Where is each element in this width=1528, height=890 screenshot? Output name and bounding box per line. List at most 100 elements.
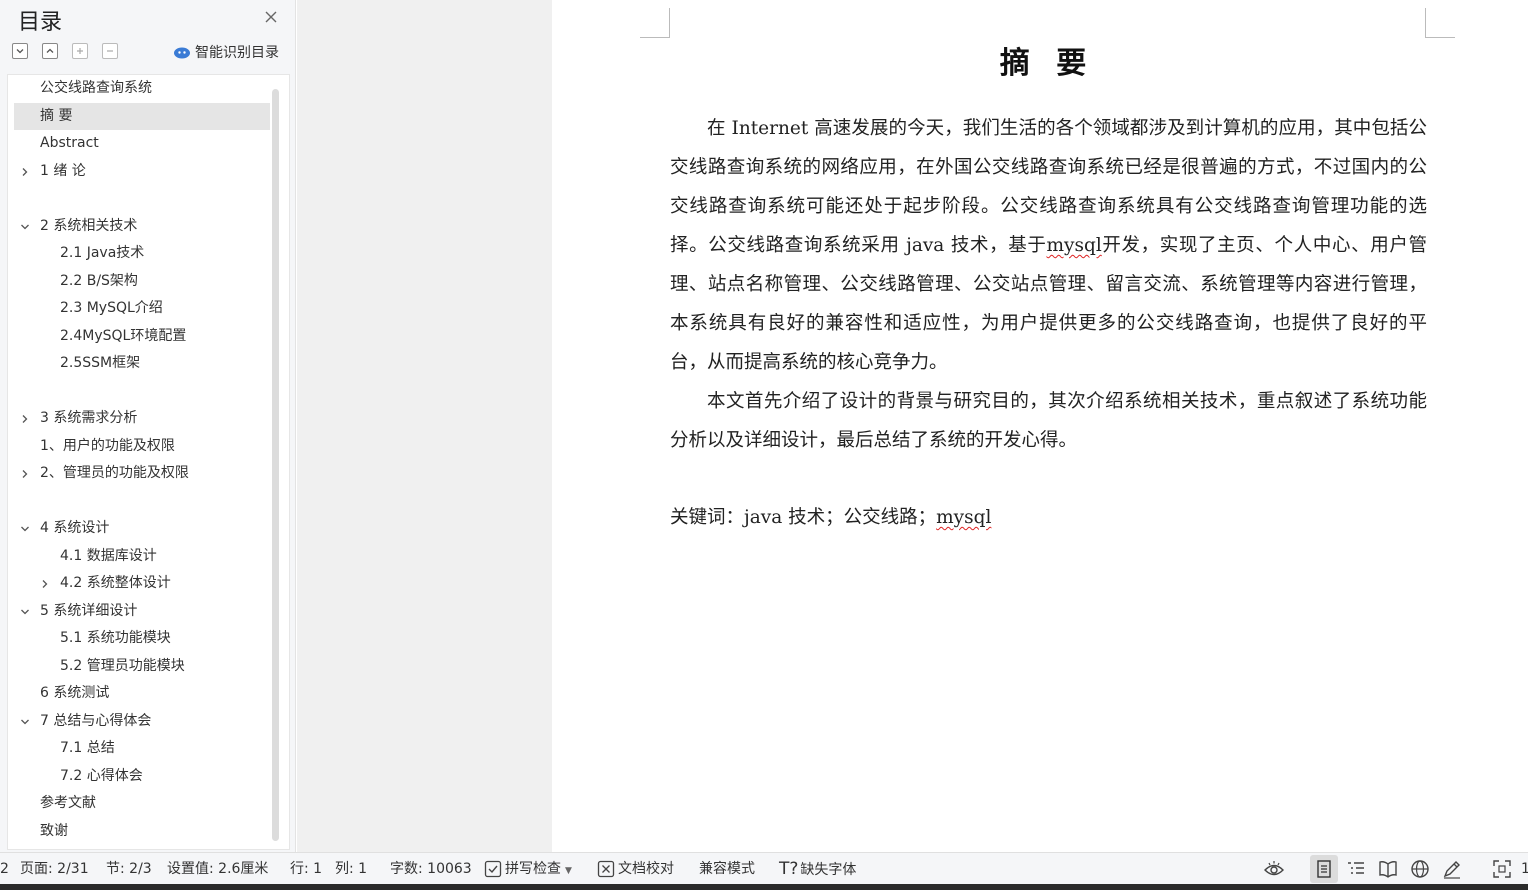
chevron-down-icon[interactable]	[20, 717, 30, 727]
status-row[interactable]: 行: 1	[290, 853, 322, 885]
toc-item[interactable]: 4 系统设计	[14, 515, 270, 542]
toc-item-label: 5.1 系统功能模块	[60, 630, 171, 646]
minus-icon[interactable]	[102, 43, 118, 59]
toc-item[interactable]: 3 系统需求分析	[14, 405, 270, 432]
toc-spacer	[14, 185, 270, 212]
toc-item[interactable]: 2、管理员的功能及权限	[14, 460, 270, 487]
status-page[interactable]: 页面: 2/31	[20, 853, 89, 885]
cloud-ai-icon	[174, 47, 190, 59]
margin-corner-mark	[640, 8, 670, 38]
smart-toc-button[interactable]: 智能识别目录	[173, 42, 279, 62]
keywords-line[interactable]: 关键词：java 技术；公交线路；mysql	[670, 500, 991, 536]
spell-check-icon	[484, 860, 502, 878]
toc-item-label: 6 系统测试	[40, 685, 110, 701]
toc-item[interactable]: 5 系统详细设计	[14, 598, 270, 625]
chevron-down-icon[interactable]	[20, 607, 30, 617]
page-view-icon[interactable]	[1313, 858, 1335, 880]
toc-item-label: 参考文献	[40, 795, 96, 811]
toc-item-label: 2.3 MySQL介绍	[60, 300, 163, 316]
smart-toc-label: 智能识别目录	[195, 45, 279, 61]
chevron-right-icon[interactable]	[40, 579, 50, 589]
toc-item[interactable]: Abstract	[14, 130, 270, 157]
toc-item-label: 7.2 心得体会	[60, 767, 143, 784]
workspace-background	[297, 0, 552, 852]
toc-item-label: 3 系统需求分析	[40, 410, 138, 426]
doc-proof-icon	[597, 860, 615, 878]
missing-font-button[interactable]: T? 缺失字体	[779, 853, 856, 885]
toc-item[interactable]: 4.1 数据库设计	[14, 543, 270, 570]
chevron-right-icon[interactable]	[20, 167, 30, 177]
dropdown-caret-icon: ▼	[565, 866, 572, 876]
toc-item[interactable]: 1 绪 论	[14, 158, 270, 185]
toc-item-label: 2.5SSM框架	[60, 355, 141, 371]
toc-scrollbar[interactable]	[272, 89, 279, 841]
expand-all-icon[interactable]	[12, 43, 28, 59]
chevron-right-icon[interactable]	[20, 469, 30, 479]
toc-item[interactable]: 5.1 系统功能模块	[14, 625, 270, 652]
toc-item[interactable]: 5.2 管理员功能模块	[14, 653, 270, 680]
eye-icon[interactable]	[1263, 858, 1285, 880]
toc-item[interactable]: 参考文献	[14, 790, 270, 817]
wps-writer-window: 目录 智能识别目录 公交线路查询系统摘 要 Abstract 1 绪 论2 系统相关…	[0, 0, 1528, 890]
outline-view-icon[interactable]	[1345, 858, 1367, 880]
globe-icon[interactable]	[1409, 858, 1431, 880]
toc-item[interactable]: 7 总结与心得体会	[14, 708, 270, 735]
toc-item-label: 4.1 数据库设计	[60, 547, 157, 564]
abstract-paragraph-2[interactable]: 本文首先介绍了设计的背景与研究目的，其次介绍系统相关技术，重点叙述了系统功能分析…	[670, 382, 1427, 460]
book-icon[interactable]	[1377, 858, 1399, 880]
toc-item[interactable]: 1、用户的功能及权限	[14, 433, 270, 460]
collapse-all-icon[interactable]	[42, 43, 58, 59]
toc-sidebar: 目录 智能识别目录 公交线路查询系统摘 要 Abstract 1 绪 论 2 系统相关…	[0, 0, 296, 852]
status-col[interactable]: 列: 1	[335, 853, 367, 885]
toc-item[interactable]: 摘 要	[14, 102, 270, 130]
toc-item-label: 2.4MySQL环境配置	[60, 327, 187, 344]
toc-item[interactable]: 7.1 总结	[14, 735, 270, 762]
fullscreen-icon[interactable]	[1491, 858, 1513, 880]
toc-item-label: Abstract	[40, 135, 99, 151]
compat-mode-label[interactable]: 兼容模式	[699, 853, 755, 885]
pen-icon[interactable]	[1441, 858, 1463, 880]
doc-proof-label: 文档校对	[618, 861, 674, 877]
toc-item-label: 2.2 B/S架构	[60, 272, 138, 289]
status-setting[interactable]: 设置值: 2.6厘米	[167, 853, 268, 885]
chevron-down-icon[interactable]	[20, 524, 30, 534]
close-icon[interactable]	[262, 8, 280, 26]
toc-item[interactable]: 2.3 MySQL介绍	[14, 295, 270, 322]
toc-item[interactable]: 2 系统相关技术	[14, 213, 270, 240]
status-word-count[interactable]: 字数: 10063	[390, 853, 472, 885]
toc-item-label: 致谢	[40, 822, 68, 839]
doc-proof-button[interactable]: 文档校对	[597, 853, 674, 885]
missing-font-icon: T?	[779, 859, 799, 879]
spell-error-word[interactable]: mysql	[936, 507, 991, 528]
toc-item[interactable]: 7.2 心得体会	[14, 763, 270, 790]
status-bar: 2 页面: 2/31 节: 2/3 设置值: 2.6厘米 行: 1 列: 1 字…	[0, 852, 1528, 884]
toc-item-label: 2.1 Java技术	[60, 245, 145, 261]
toc-item[interactable]: 4.2 系统整体设计	[14, 570, 270, 597]
toc-item[interactable]: 公交线路查询系统	[14, 75, 270, 102]
spell-check-label: 拼写检查	[505, 861, 561, 877]
status-section[interactable]: 节: 2/3	[106, 853, 152, 885]
toc-item[interactable]: 6 系统测试	[14, 680, 270, 707]
spell-error-word[interactable]: mysql	[1047, 235, 1102, 256]
toc-item-label: 2 系统相关技术	[40, 217, 138, 234]
toc-item-label: 5 系统详细设计	[40, 602, 138, 619]
document-page: 摘 要 在 Internet 高速发展的今天，我们生活的各个领域都涉及到计算机的…	[552, 0, 1528, 852]
toc-item[interactable]: 2.4MySQL环境配置	[14, 323, 270, 350]
toc-spacer	[14, 378, 270, 405]
toc-item-label: 4.2 系统整体设计	[60, 575, 171, 591]
toc-item[interactable]: 致谢	[14, 818, 270, 845]
spell-check-button[interactable]: 拼写检查 ▼	[484, 853, 572, 885]
plus-icon[interactable]	[72, 43, 88, 59]
toc-item-label: 1 绪 论	[40, 162, 86, 179]
toc-item[interactable]: 2.2 B/S架构	[14, 268, 270, 295]
toc-item-label: 7.1 总结	[60, 740, 115, 756]
toc-item[interactable]: 2.1 Java技术	[14, 240, 270, 267]
abstract-paragraph-1[interactable]: 在 Internet 高速发展的今天，我们生活的各个领域都涉及到计算机的应用，其…	[670, 109, 1427, 382]
toc-item[interactable]: 2.5SSM框架	[14, 350, 270, 377]
toc-spacer	[14, 488, 270, 515]
status-edge-right: 1	[1521, 861, 1528, 877]
chevron-down-icon[interactable]	[20, 222, 30, 232]
abstract-heading[interactable]: 摘 要	[552, 38, 1528, 82]
toc-item-label: 7 总结与心得体会	[40, 712, 152, 729]
chevron-right-icon[interactable]	[20, 414, 30, 424]
